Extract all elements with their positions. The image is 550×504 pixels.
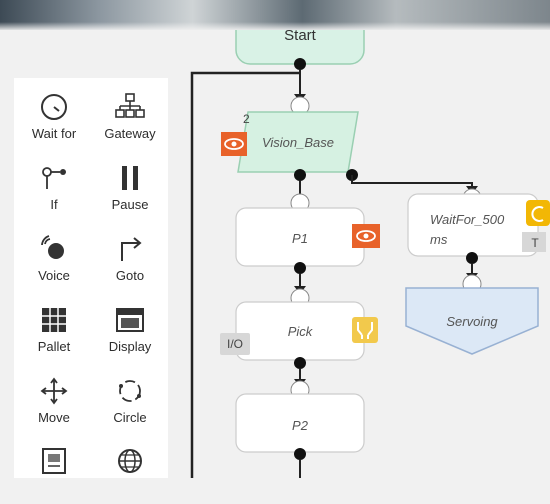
tool-display[interactable]: Display xyxy=(94,295,166,363)
gripper-badge xyxy=(352,317,378,343)
eye-pupil xyxy=(231,141,237,147)
tool-label: Circle xyxy=(113,410,147,425)
tool-if[interactable]: If xyxy=(18,153,90,221)
waitfor-timer-badge xyxy=(526,200,550,226)
tool-label: If xyxy=(50,197,58,212)
t-badge-label: T xyxy=(531,236,539,250)
start-output-port[interactable] xyxy=(294,58,306,70)
if-branch-icon xyxy=(42,167,66,189)
frame-icon xyxy=(42,448,66,474)
servoing-label: Servoing xyxy=(446,314,498,329)
p1-output-port[interactable] xyxy=(294,262,306,274)
voice-icon xyxy=(41,235,64,259)
vision-base-index: 2 xyxy=(243,112,250,126)
start-label: Start xyxy=(284,30,317,44)
globe-icon xyxy=(118,449,142,473)
pause-icon xyxy=(122,166,138,190)
vision-eye-badge xyxy=(221,132,247,156)
tool-globe[interactable] xyxy=(94,436,166,504)
p2-output-port[interactable] xyxy=(294,448,306,460)
pick-io-badge: I/O xyxy=(220,333,250,355)
eye-pupil xyxy=(363,233,369,239)
tool-label: Display xyxy=(108,339,152,354)
tool-frame[interactable] xyxy=(18,436,90,504)
clock-icon xyxy=(41,94,67,120)
tool-label: Goto xyxy=(115,268,145,283)
branch-connector xyxy=(351,175,473,193)
waitfor-label-line1: WaitFor_500 xyxy=(430,212,505,227)
tool-circle[interactable]: Circle xyxy=(94,366,166,434)
pallet-grid-icon xyxy=(42,308,66,332)
gateway-icon xyxy=(115,93,145,118)
gripper-badge-bg xyxy=(352,317,378,343)
waitfor-t-badge: T xyxy=(522,232,546,252)
goto-arrow-icon xyxy=(121,237,142,261)
waitfor-label-line2: ms xyxy=(430,232,448,247)
tool-voice[interactable]: Voice xyxy=(18,224,90,292)
tool-pause[interactable]: Pause xyxy=(94,153,166,221)
move-arrows-icon xyxy=(40,377,68,405)
tool-palette: Wait for Gateway If Pause Voice Goto Pal… xyxy=(14,78,168,478)
p1-eye-badge xyxy=(352,224,380,248)
vision-base-node[interactable]: Vision_Base 2 xyxy=(237,111,359,173)
tool-wait-for[interactable]: Wait for xyxy=(18,82,90,150)
pick-node[interactable]: Pick xyxy=(235,301,365,361)
tool-label: Gateway xyxy=(104,126,156,141)
flow-canvas[interactable]: Start Vision_Base 2 P1 Pick I/O P2 WaitF… xyxy=(186,30,550,478)
p1-node[interactable]: P1 xyxy=(235,207,365,267)
p2-node[interactable]: P2 xyxy=(235,393,365,453)
waitfor-output-port[interactable] xyxy=(466,252,478,264)
circle-arc-icon xyxy=(119,380,141,402)
p2-label: P2 xyxy=(292,418,309,433)
tool-move[interactable]: Move xyxy=(18,366,90,434)
tool-goto[interactable]: Goto xyxy=(94,224,166,292)
tool-label: Pallet xyxy=(37,339,71,354)
p1-label: P1 xyxy=(292,231,308,246)
tool-label: Pause xyxy=(111,197,149,212)
tool-label: Voice xyxy=(38,268,70,283)
waitfor-node[interactable]: WaitFor_500 ms xyxy=(407,193,539,257)
vision-base-label: Vision_Base xyxy=(262,135,334,150)
servoing-node[interactable]: Servoing xyxy=(405,287,539,355)
tool-label: Move xyxy=(38,410,70,425)
vision-output-port[interactable] xyxy=(294,169,306,181)
tool-gateway[interactable]: Gateway xyxy=(94,82,166,150)
pick-label: Pick xyxy=(288,324,314,339)
background-photo-strip xyxy=(0,0,550,30)
pick-output-port[interactable] xyxy=(294,357,306,369)
tool-label: Wait for xyxy=(31,126,77,141)
tool-pallet[interactable]: Pallet xyxy=(18,295,90,363)
display-window-icon xyxy=(116,308,144,332)
io-badge-label: I/O xyxy=(227,337,243,351)
timer-badge-bg xyxy=(526,200,550,226)
